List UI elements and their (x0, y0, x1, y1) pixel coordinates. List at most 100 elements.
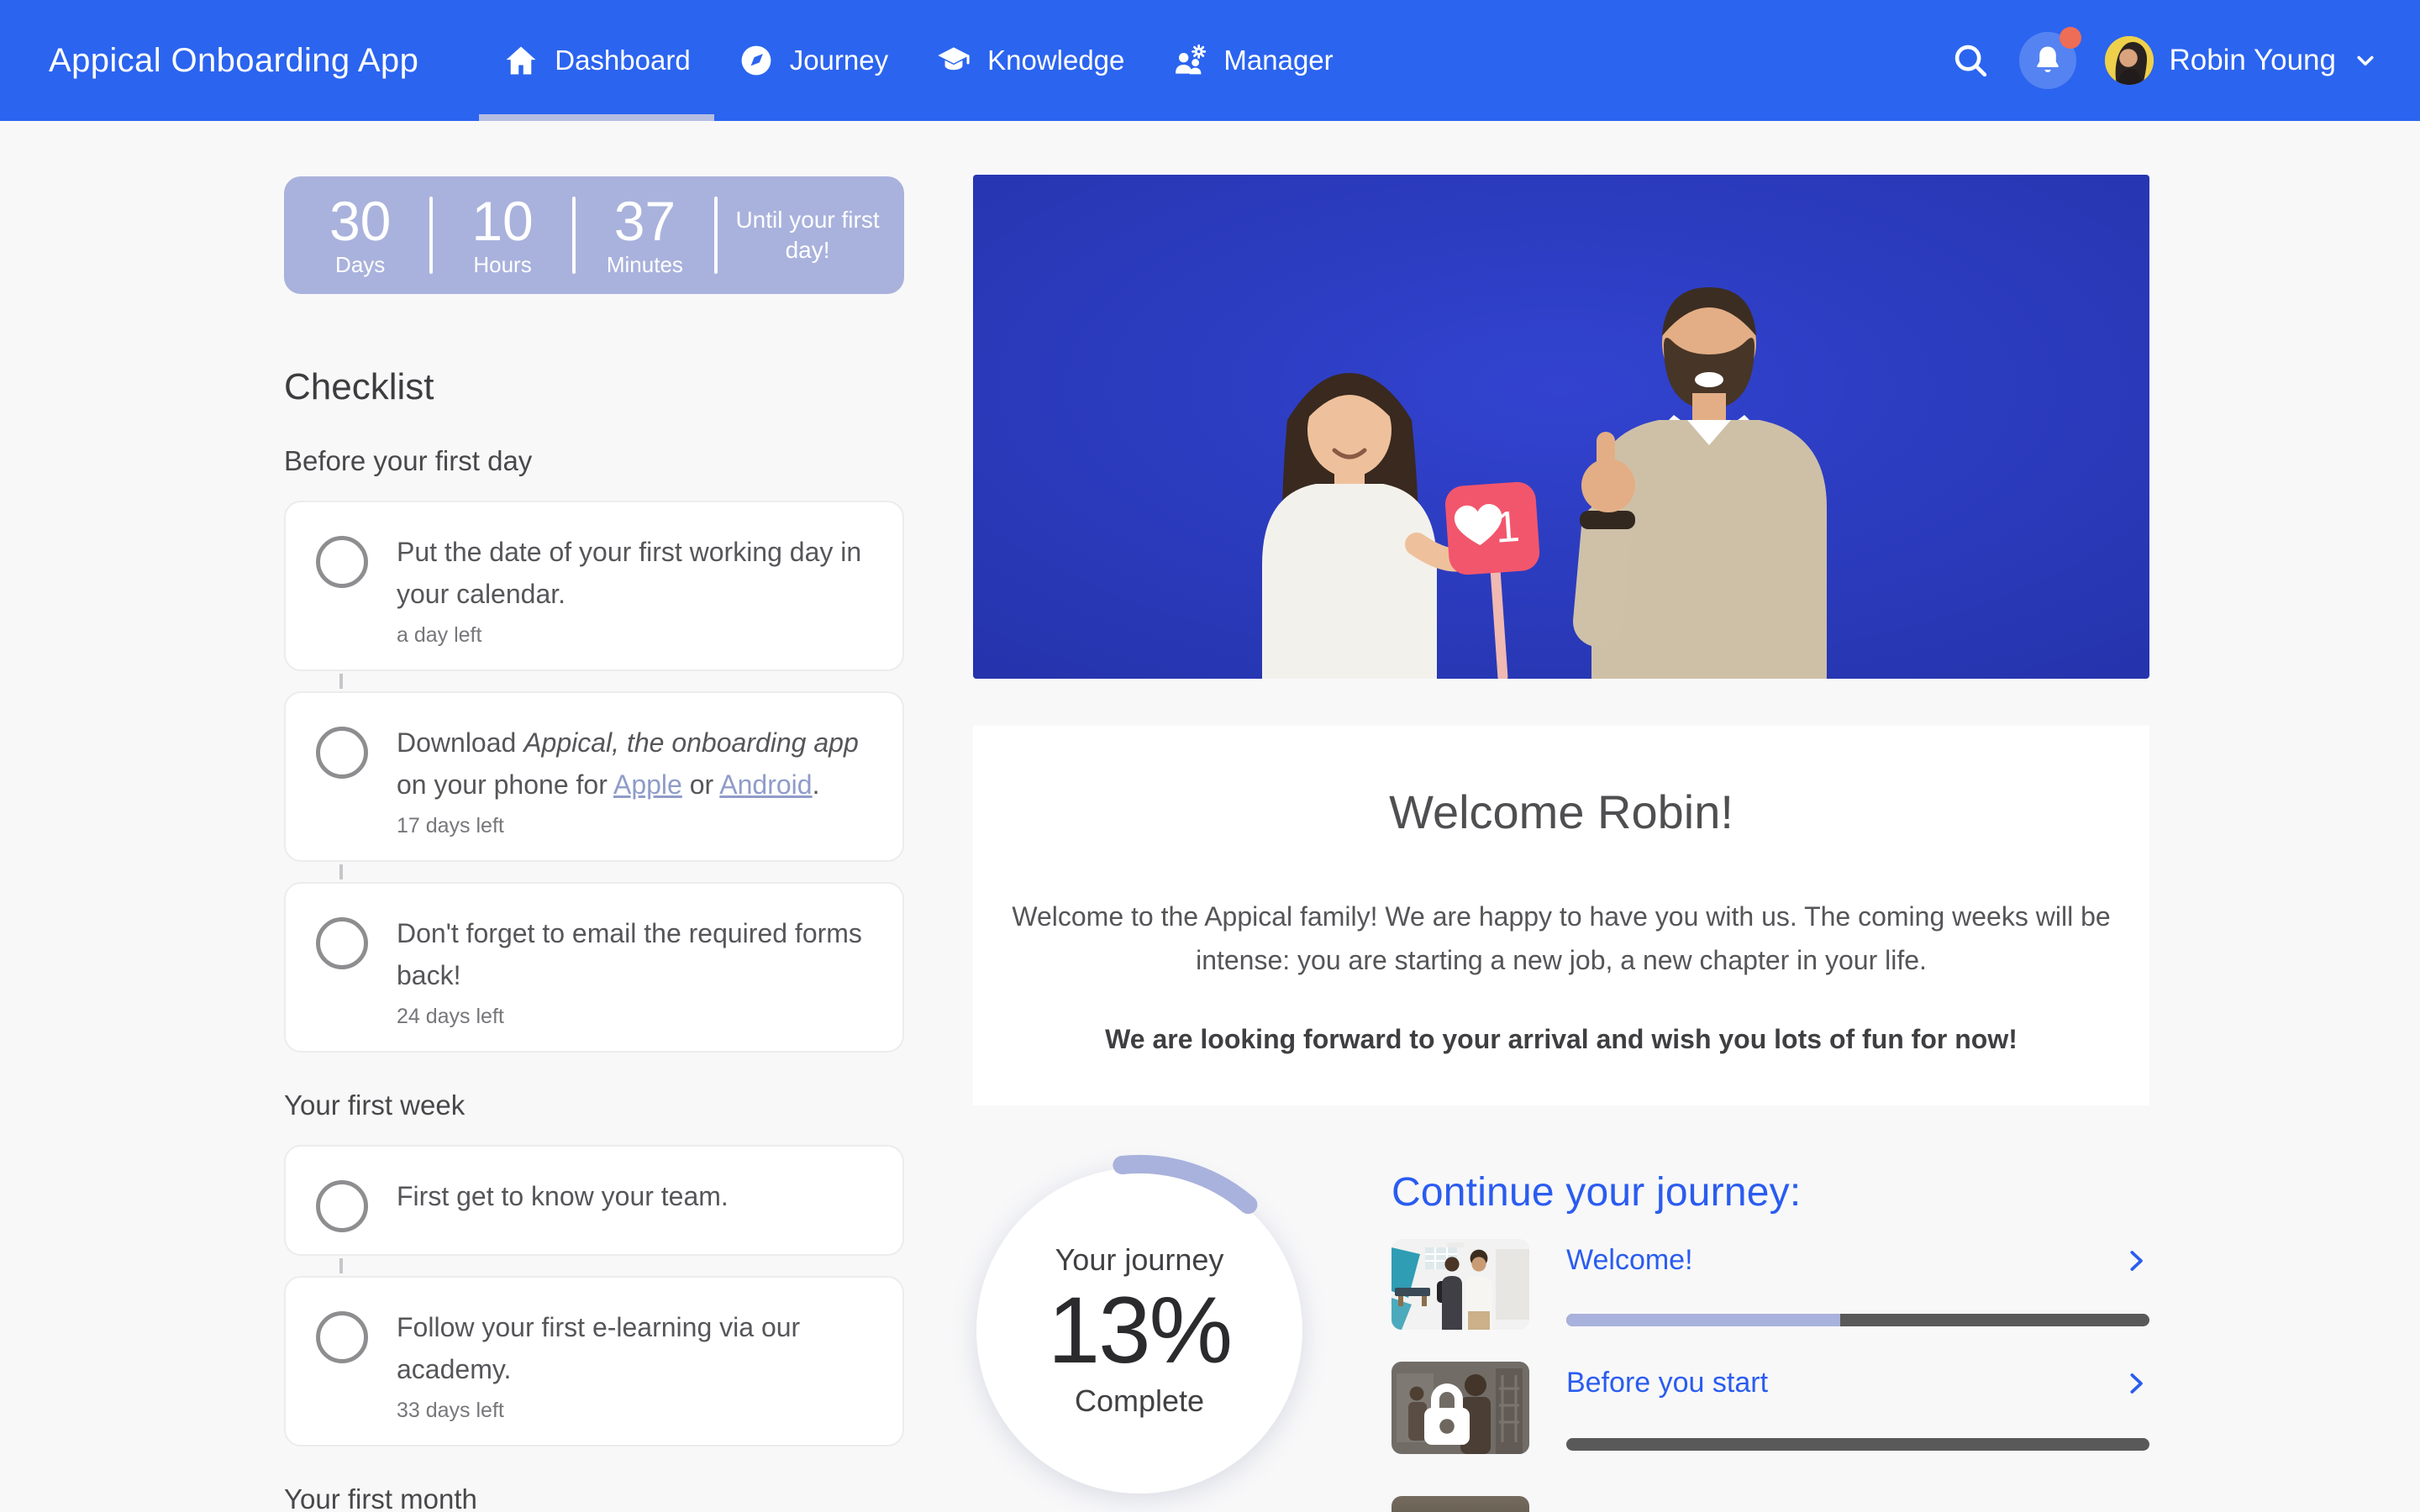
notification-badge (2060, 27, 2081, 49)
office-meeting-thumb[interactable] (1392, 1239, 1529, 1330)
checklist-section-heading: Your first month (284, 1483, 904, 1512)
checklist-item: Put the date of your first working day i… (284, 501, 904, 671)
journey-progress-bar (1566, 1438, 2149, 1451)
journey-progress-circle: Your journey 13% Complete (976, 1168, 1302, 1494)
user-menu[interactable]: Robin Young (2105, 36, 2380, 85)
text-segment: . (813, 769, 820, 800)
nav-item-label: Journey (790, 45, 888, 76)
days-left-label: a day left (397, 623, 879, 648)
checkbox-circle[interactable] (316, 1180, 368, 1232)
journey-progress-label: Your journey (1055, 1242, 1224, 1278)
checklist-connector (339, 864, 343, 879)
nav-item-label: Knowledge (987, 45, 1124, 76)
graduation-cap-icon (935, 42, 972, 79)
countdown-value: 30 (329, 192, 391, 250)
locked-room-thumb-locked[interactable] (1392, 1362, 1529, 1454)
journey-item-content: Welcome! (1566, 1239, 2149, 1330)
welcome-paragraph: Welcome to the Appical family! We are ha… (1003, 895, 2119, 982)
journey-progress-fill (1566, 1314, 1840, 1326)
checklist-item-text: Follow your first e-learning via our aca… (397, 1306, 879, 1390)
home-icon (502, 42, 539, 79)
text-segment: First get to know your team. (397, 1181, 729, 1211)
journey-heading: Continue your journey: (1392, 1169, 2149, 1215)
people-gear-icon (1171, 42, 1208, 79)
countdown-days: 30Days (291, 192, 429, 278)
search-icon[interactable] (1950, 40, 1991, 81)
checklist-title: Checklist (284, 366, 904, 408)
checklist-item-text: Don't forget to email the required forms… (397, 912, 879, 996)
checklist-sections: Before your first day Put the date of you… (284, 445, 904, 1512)
welcome-title: Welcome Robin! (1003, 785, 2119, 839)
onboarding-dashboard: Appical Onboarding App Dashboard Journey K… (0, 0, 2420, 1512)
journey-progress-bar (1566, 1314, 2149, 1326)
navbar-actions: Robin Young (1950, 32, 2380, 89)
countdown-card: 30Days10Hours37MinutesUntil your first d… (284, 176, 904, 294)
like-count: 1 (1494, 502, 1522, 553)
italic-text: Appical, the onboarding app (523, 727, 859, 758)
user-name: Robin Young (2169, 44, 2336, 77)
days-left-label: 24 days left (397, 1005, 879, 1029)
countdown-caption: Until your first day! (718, 205, 897, 266)
journey-rows: Welcome! Before you start (1392, 1239, 2149, 1454)
notifications-bell-icon[interactable] (2019, 32, 2076, 89)
checklist-item-body: Don't forget to email the required forms… (397, 912, 879, 1029)
chevron-right-icon[interactable] (2123, 1370, 2149, 1397)
nav-item-label: Manager (1223, 45, 1333, 76)
compass-icon (738, 42, 775, 79)
top-navbar: Appical Onboarding App Dashboard Journey K… (0, 0, 2420, 121)
active-tab-indicator (479, 114, 713, 121)
nav-item-label: Dashboard (555, 45, 690, 76)
nav-item-knowledge[interactable]: Knowledge (912, 0, 1148, 121)
countdown-unit-label: Minutes (607, 252, 683, 278)
journey-item-link[interactable]: Welcome! (1566, 1244, 1693, 1277)
nav-item-journey[interactable]: Journey (714, 0, 912, 121)
text-segment: Don't forget to email the required forms… (397, 918, 862, 990)
checklist-connector (339, 674, 343, 689)
checkbox-circle[interactable] (316, 536, 368, 588)
journey-item-thumbnail-partial[interactable] (1392, 1496, 1529, 1512)
text-segment: Put the date of your first working day i… (397, 537, 861, 609)
countdown-unit-label: Days (335, 252, 385, 278)
text-segment: Follow your first e-learning via our aca… (397, 1312, 800, 1384)
countdown-value: 10 (471, 192, 533, 250)
checklist-item-text: First get to know your team. (397, 1175, 729, 1217)
checklist-item-body: Follow your first e-learning via our aca… (397, 1306, 879, 1423)
checklist-section-heading: Your first week (284, 1089, 904, 1121)
journey-item-link[interactable]: Before you start (1566, 1367, 1768, 1399)
avatar (2105, 36, 2154, 85)
text-segment: on your phone for (397, 769, 613, 800)
checklist-item: Follow your first e-learning via our aca… (284, 1276, 904, 1446)
journey-item: Welcome! (1392, 1239, 2149, 1330)
nav-item-manager[interactable]: Manager (1148, 0, 1356, 121)
journey-item-content: Before you start (1566, 1362, 2149, 1454)
countdown-hours: 10Hours (433, 192, 571, 278)
checklist-connector (339, 1258, 343, 1273)
chevron-right-icon[interactable] (2123, 1247, 2149, 1274)
hero-image: 1 (973, 175, 2149, 679)
checklist-column: 30Days10Hours37MinutesUntil your first d… (284, 176, 904, 1512)
countdown-value: 37 (614, 192, 676, 250)
welcome-emphasis: We are looking forward to your arrival a… (1003, 1024, 2119, 1055)
checklist-item-body: Download Appical, the onboarding app on … (397, 722, 879, 838)
days-left-label: 17 days left (397, 814, 879, 838)
checklist-item-text: Download Appical, the onboarding app on … (397, 722, 879, 806)
checklist-item: Don't forget to email the required forms… (284, 882, 904, 1053)
days-left-label: 33 days left (397, 1399, 879, 1423)
countdown-unit-label: Hours (473, 252, 531, 278)
text-segment: or (682, 769, 719, 800)
journey-progress-percent: 13% (1048, 1278, 1231, 1383)
journey-item: Before you start (1392, 1362, 2149, 1454)
journey-progress-complete: Complete (1075, 1383, 1204, 1419)
checkbox-circle[interactable] (316, 1311, 368, 1363)
nav-item-dashboard[interactable]: Dashboard (479, 0, 713, 121)
app-title: Appical Onboarding App (49, 42, 418, 80)
checklist-item-text: Put the date of your first working day i… (397, 531, 879, 615)
checklist-section-heading: Before your first day (284, 445, 904, 477)
checklist-item: First get to know your team. (284, 1145, 904, 1256)
chevron-down-icon (2351, 46, 2380, 75)
checkbox-circle[interactable] (316, 727, 368, 779)
link-apple[interactable]: Apple (613, 769, 682, 800)
link-android[interactable]: Android (719, 769, 812, 800)
checklist-item-body: Put the date of your first working day i… (397, 531, 879, 648)
checkbox-circle[interactable] (316, 917, 368, 969)
